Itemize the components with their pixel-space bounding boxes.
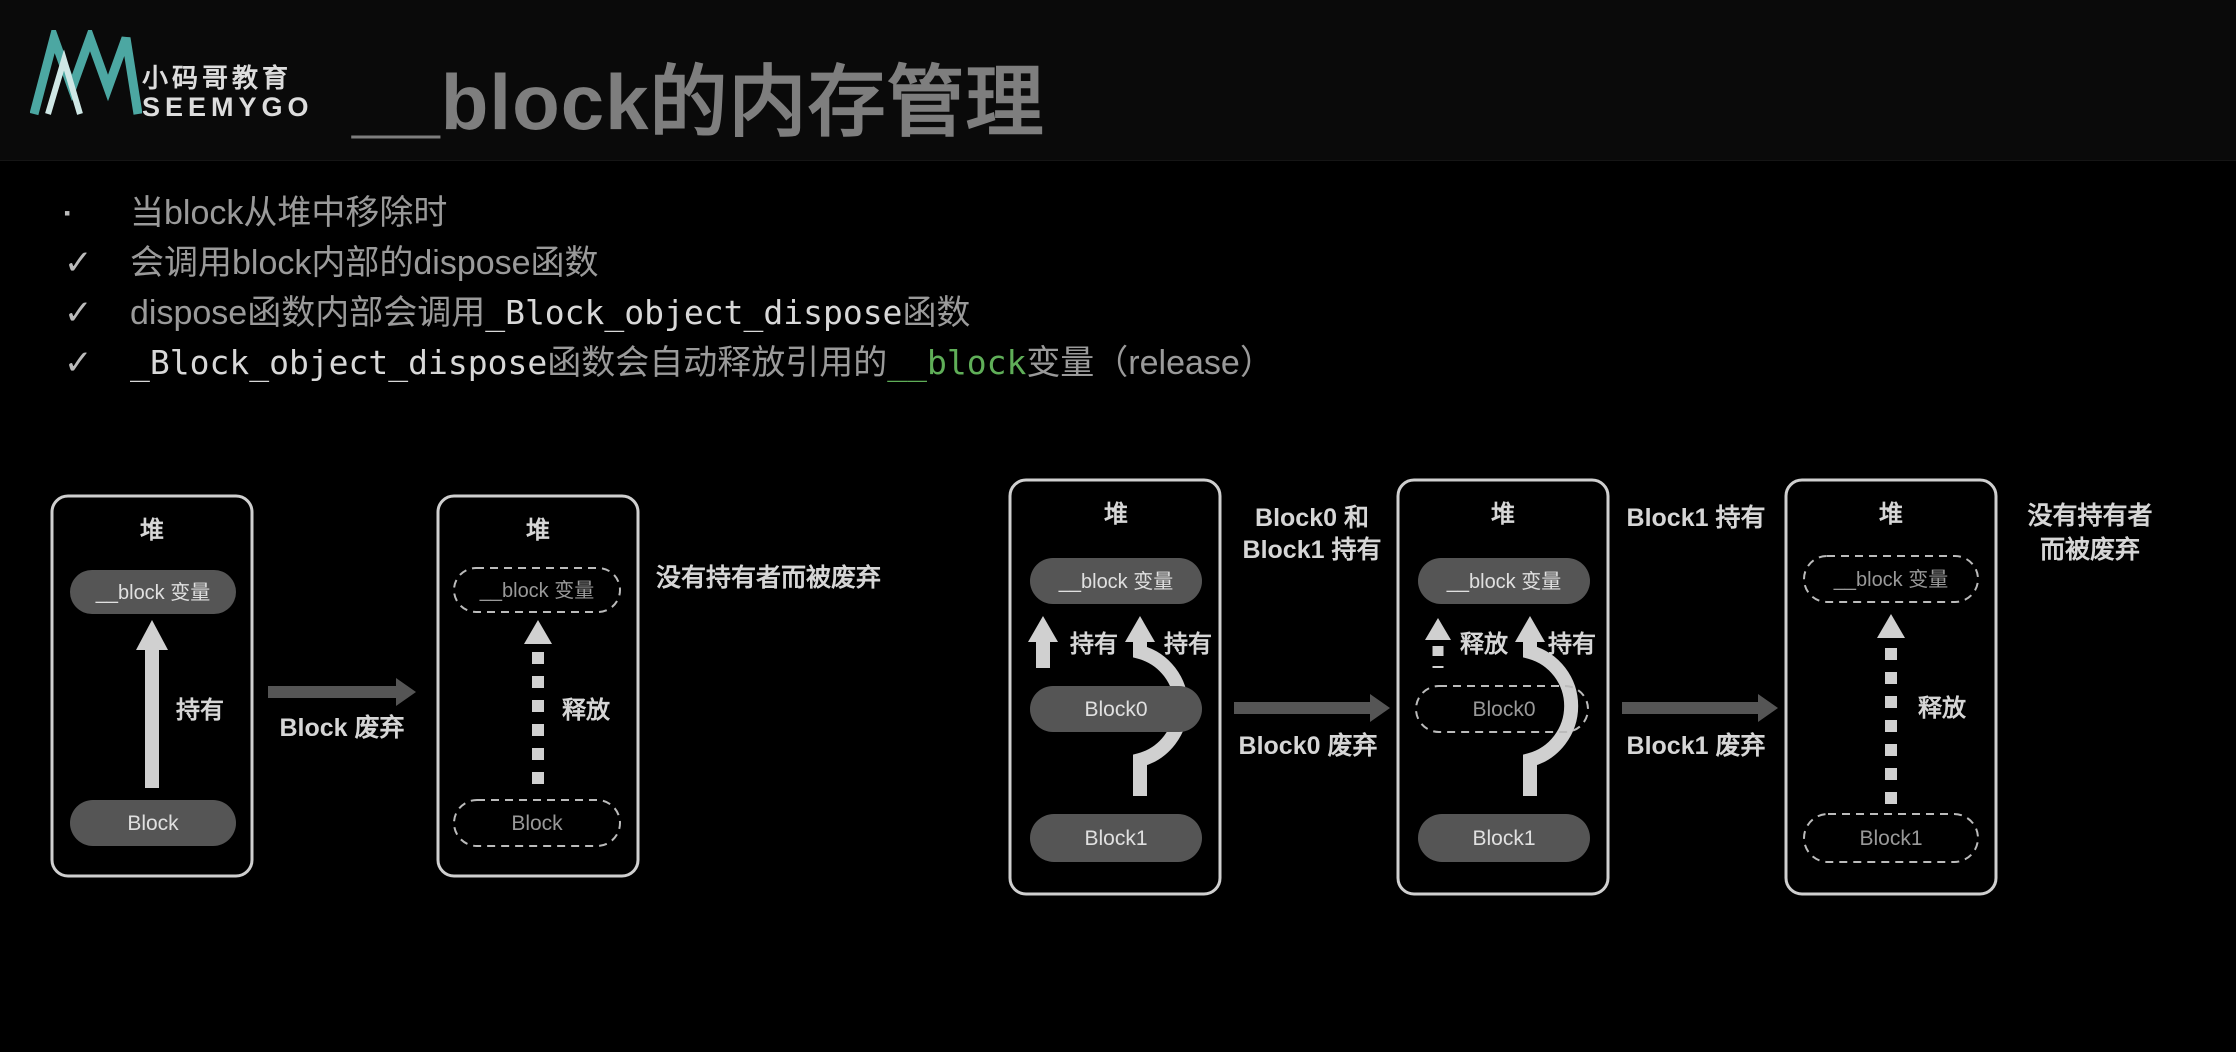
hold-arrow-head-icon: [1125, 616, 1155, 642]
holders-note-line2: Block1 持有: [1243, 536, 1382, 564]
block0-label: Block0: [1472, 698, 1535, 721]
release-label: 释放: [1918, 694, 1967, 722]
block-var-label: __block 变量: [479, 579, 595, 602]
block1-label: Block1: [1859, 827, 1922, 850]
curved-hold-arrow: [1523, 642, 1579, 796]
block-var-label: __block 变量: [95, 581, 211, 604]
hold-arrow-head-icon: [136, 620, 168, 650]
release-label: 释放: [562, 696, 611, 724]
block-var-label: __block 变量: [1058, 570, 1174, 593]
transition-arrow-head-icon: [1370, 694, 1390, 722]
hold-arrow-head-icon: [1515, 616, 1545, 642]
discard-note-line1: 没有持有者: [2027, 502, 2152, 530]
transition-arrow-shaft: [1234, 702, 1372, 714]
transition-arrow-shaft: [268, 686, 398, 698]
release-arrow-head-icon: [524, 620, 552, 644]
transition-arrow-head-icon: [1758, 694, 1778, 722]
arrow-label: Block0 废弃: [1239, 731, 1378, 760]
hold-arrow-head-icon: [1028, 616, 1058, 642]
heap-label: 堆: [1491, 501, 1515, 528]
block1-label: Block1: [1472, 827, 1535, 850]
hold-label: 持有: [1548, 631, 1596, 658]
holder-note: Block1 持有: [1627, 504, 1766, 532]
heap-label: 堆: [1879, 501, 1903, 528]
heap-label: 堆: [1104, 501, 1128, 528]
hold-label: 持有: [176, 697, 224, 724]
block0-label: Block0: [1084, 698, 1147, 721]
discard-note: 没有持有者而被废弃: [656, 563, 881, 592]
release-arrow-head-icon: [1877, 614, 1905, 638]
hold-label: 持有: [1070, 631, 1118, 658]
block-var-label: __block 变量: [1833, 568, 1949, 591]
block-var-label: __block 变量: [1446, 570, 1562, 593]
transition-arrow-head-icon: [396, 678, 416, 706]
transition-arrow-shaft: [1622, 702, 1760, 714]
release-label: 释放: [1460, 630, 1509, 658]
release-arrow-head-icon: [1425, 618, 1451, 640]
block-label: Block: [127, 812, 179, 835]
hold-arrow-shaft: [1036, 640, 1050, 668]
diagram1: 堆 __block 变量 持有 Block Block 废弃 堆 __block…: [50, 494, 881, 878]
arrow-label: Block 废弃: [279, 713, 404, 742]
hold-label: 持有: [1164, 631, 1212, 658]
memory-diagram: 堆 __block 变量 持有 Block Block 废弃 堆 __block…: [50, 478, 2153, 896]
arrow-label: Block1 废弃: [1627, 731, 1766, 760]
discard-note-line2: 而被废弃: [2040, 535, 2140, 564]
heap-label: 堆: [140, 517, 164, 544]
diagram2: 堆 __block 变量 持有 持有 Block0 Block1 Block0 …: [1008, 478, 2153, 896]
hold-arrow-shaft: [145, 648, 159, 788]
holders-note-line1: Block0 和: [1255, 504, 1369, 532]
block-label: Block: [511, 812, 563, 835]
heap-label: 堆: [526, 517, 550, 544]
block1-label: Block1: [1084, 827, 1147, 850]
